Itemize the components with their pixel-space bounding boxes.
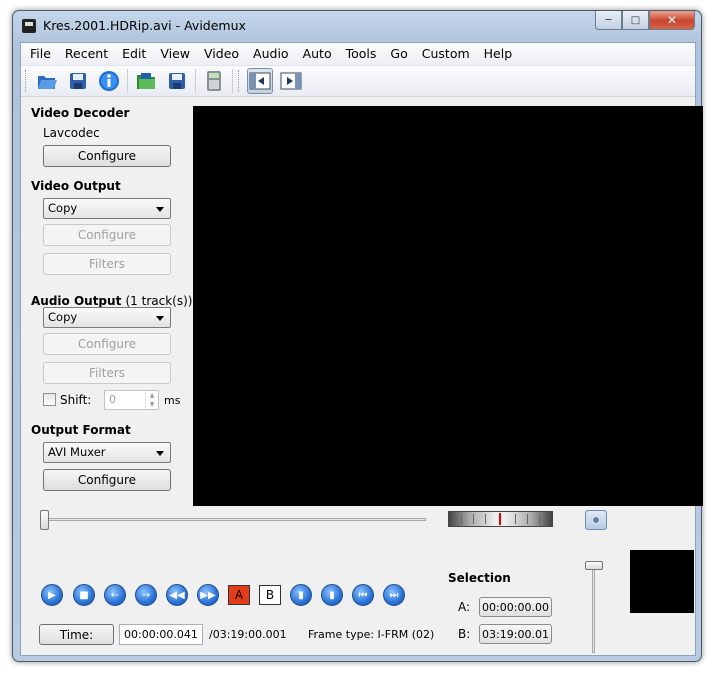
menu-file[interactable]: File: [23, 43, 58, 65]
selection-b-button[interactable]: 03:19:00.01: [479, 624, 552, 644]
menu-help[interactable]: Help: [477, 43, 520, 65]
set-marker-a-button[interactable]: A: [228, 585, 250, 605]
video-decoder-codec: Lavcodec: [43, 126, 100, 140]
frame-type: Frame type: I-FRM (02): [308, 628, 435, 641]
shift-spinbox[interactable]: 0 ▲ ▼: [104, 390, 159, 410]
toolbar: [21, 65, 695, 97]
set-marker-b-button[interactable]: B: [259, 585, 281, 605]
output-format-heading: Output Format: [31, 423, 131, 437]
timeline-slider-track[interactable]: [41, 518, 426, 521]
next-frame-button[interactable]: →: [135, 584, 157, 606]
play-button[interactable]: ▶: [41, 584, 63, 606]
video-preview: [193, 106, 703, 506]
audio-output-filters-button[interactable]: Filters: [43, 362, 171, 384]
audio-track-count: (1 track(s)): [125, 294, 193, 308]
save-disk-icon[interactable]: [164, 68, 190, 94]
client-area: File Recent Edit View Video Audio Auto T…: [20, 42, 703, 656]
toggle-left-panel-icon[interactable]: [247, 68, 273, 94]
maximize-button[interactable]: □: [622, 11, 649, 30]
open-icon[interactable]: [34, 68, 60, 94]
menu-audio[interactable]: Audio: [246, 43, 296, 65]
output-format-select[interactable]: AVI Muxer: [43, 442, 171, 463]
total-time: /03:19:00.001: [209, 628, 287, 641]
selection-heading: Selection: [448, 571, 511, 585]
toolbar-separator: [195, 69, 196, 93]
menu-edit[interactable]: Edit: [115, 43, 153, 65]
time-button[interactable]: Time:: [39, 624, 114, 645]
video-decoder-heading: Video Decoder: [31, 106, 130, 120]
menu-auto[interactable]: Auto: [296, 43, 339, 65]
previous-black-frame-button[interactable]: ▮: [290, 584, 312, 606]
volume-slider-track[interactable]: [592, 563, 595, 653]
shift-value: 0: [109, 393, 116, 406]
shift-unit: ms: [164, 394, 181, 407]
menu-bar: File Recent Edit View Video Audio Auto T…: [21, 43, 695, 65]
menu-go[interactable]: Go: [383, 43, 414, 65]
next-black-frame-button[interactable]: ▮: [321, 584, 343, 606]
audio-output-heading: Audio Output (1 track(s)): [31, 294, 193, 308]
open-folder-icon[interactable]: [133, 68, 159, 94]
volume-toggle-button[interactable]: [585, 510, 607, 530]
output-format-configure-button[interactable]: Configure: [43, 469, 171, 491]
selection-a-button[interactable]: 00:00:00.00: [479, 597, 552, 617]
spin-arrows-icon[interactable]: ▲ ▼: [145, 391, 158, 409]
volume-slider-handle[interactable]: [585, 561, 603, 570]
calculator-icon[interactable]: [201, 68, 227, 94]
shift-label: Shift:: [60, 393, 92, 407]
menu-video[interactable]: Video: [197, 43, 246, 65]
menu-recent[interactable]: Recent: [58, 43, 115, 65]
info-icon[interactable]: [96, 68, 122, 94]
go-to-last-frame-button[interactable]: ⏭: [383, 584, 405, 606]
next-keyframe-button[interactable]: ▶▶: [197, 584, 219, 606]
app-window: Kres.2001.HDRip.avi - Avidemux ─ □ ✕ Fil…: [12, 10, 703, 662]
shift-checkbox[interactable]: [43, 393, 56, 406]
audio-output-configure-button[interactable]: Configure: [43, 333, 171, 355]
window-title: Kres.2001.HDRip.avi - Avidemux: [43, 18, 246, 33]
timeline-slider-handle[interactable]: [40, 510, 49, 530]
title-bar[interactable]: Kres.2001.HDRip.avi - Avidemux ─ □ ✕: [13, 11, 701, 41]
toolbar-separator: [232, 69, 233, 93]
close-button[interactable]: ✕: [649, 11, 695, 30]
menu-view[interactable]: View: [153, 43, 197, 65]
previous-frame-button[interactable]: ←: [104, 584, 126, 606]
video-output-configure-button[interactable]: Configure: [43, 224, 171, 246]
toolbar-separator: [127, 69, 128, 93]
menu-tools[interactable]: Tools: [339, 43, 384, 65]
video-output-filters-button[interactable]: Filters: [43, 253, 171, 275]
toggle-right-panel-icon[interactable]: [278, 68, 304, 94]
audio-output-select[interactable]: Copy: [43, 307, 171, 328]
previous-keyframe-button[interactable]: ◀◀: [166, 584, 188, 606]
thumbnail-preview: [630, 550, 694, 613]
minimize-button[interactable]: ─: [595, 11, 622, 30]
video-output-select[interactable]: Copy: [43, 198, 171, 219]
stop-button[interactable]: ■: [73, 584, 95, 606]
jog-shuttle[interactable]: [448, 511, 553, 527]
clapperboard-icon: [22, 19, 36, 33]
video-output-heading: Video Output: [31, 179, 121, 193]
save-icon[interactable]: [65, 68, 91, 94]
selection-b-label: B:: [458, 627, 471, 641]
menu-custom[interactable]: Custom: [415, 43, 477, 65]
go-to-first-frame-button[interactable]: ⏮: [352, 584, 374, 606]
selection-a-label: A:: [458, 600, 471, 614]
current-time-input[interactable]: 00:00:00.041: [119, 624, 203, 645]
toolbar-grip[interactable]: [25, 70, 28, 92]
toolbar-grip[interactable]: [238, 70, 241, 92]
video-decoder-configure-button[interactable]: Configure: [43, 145, 171, 167]
